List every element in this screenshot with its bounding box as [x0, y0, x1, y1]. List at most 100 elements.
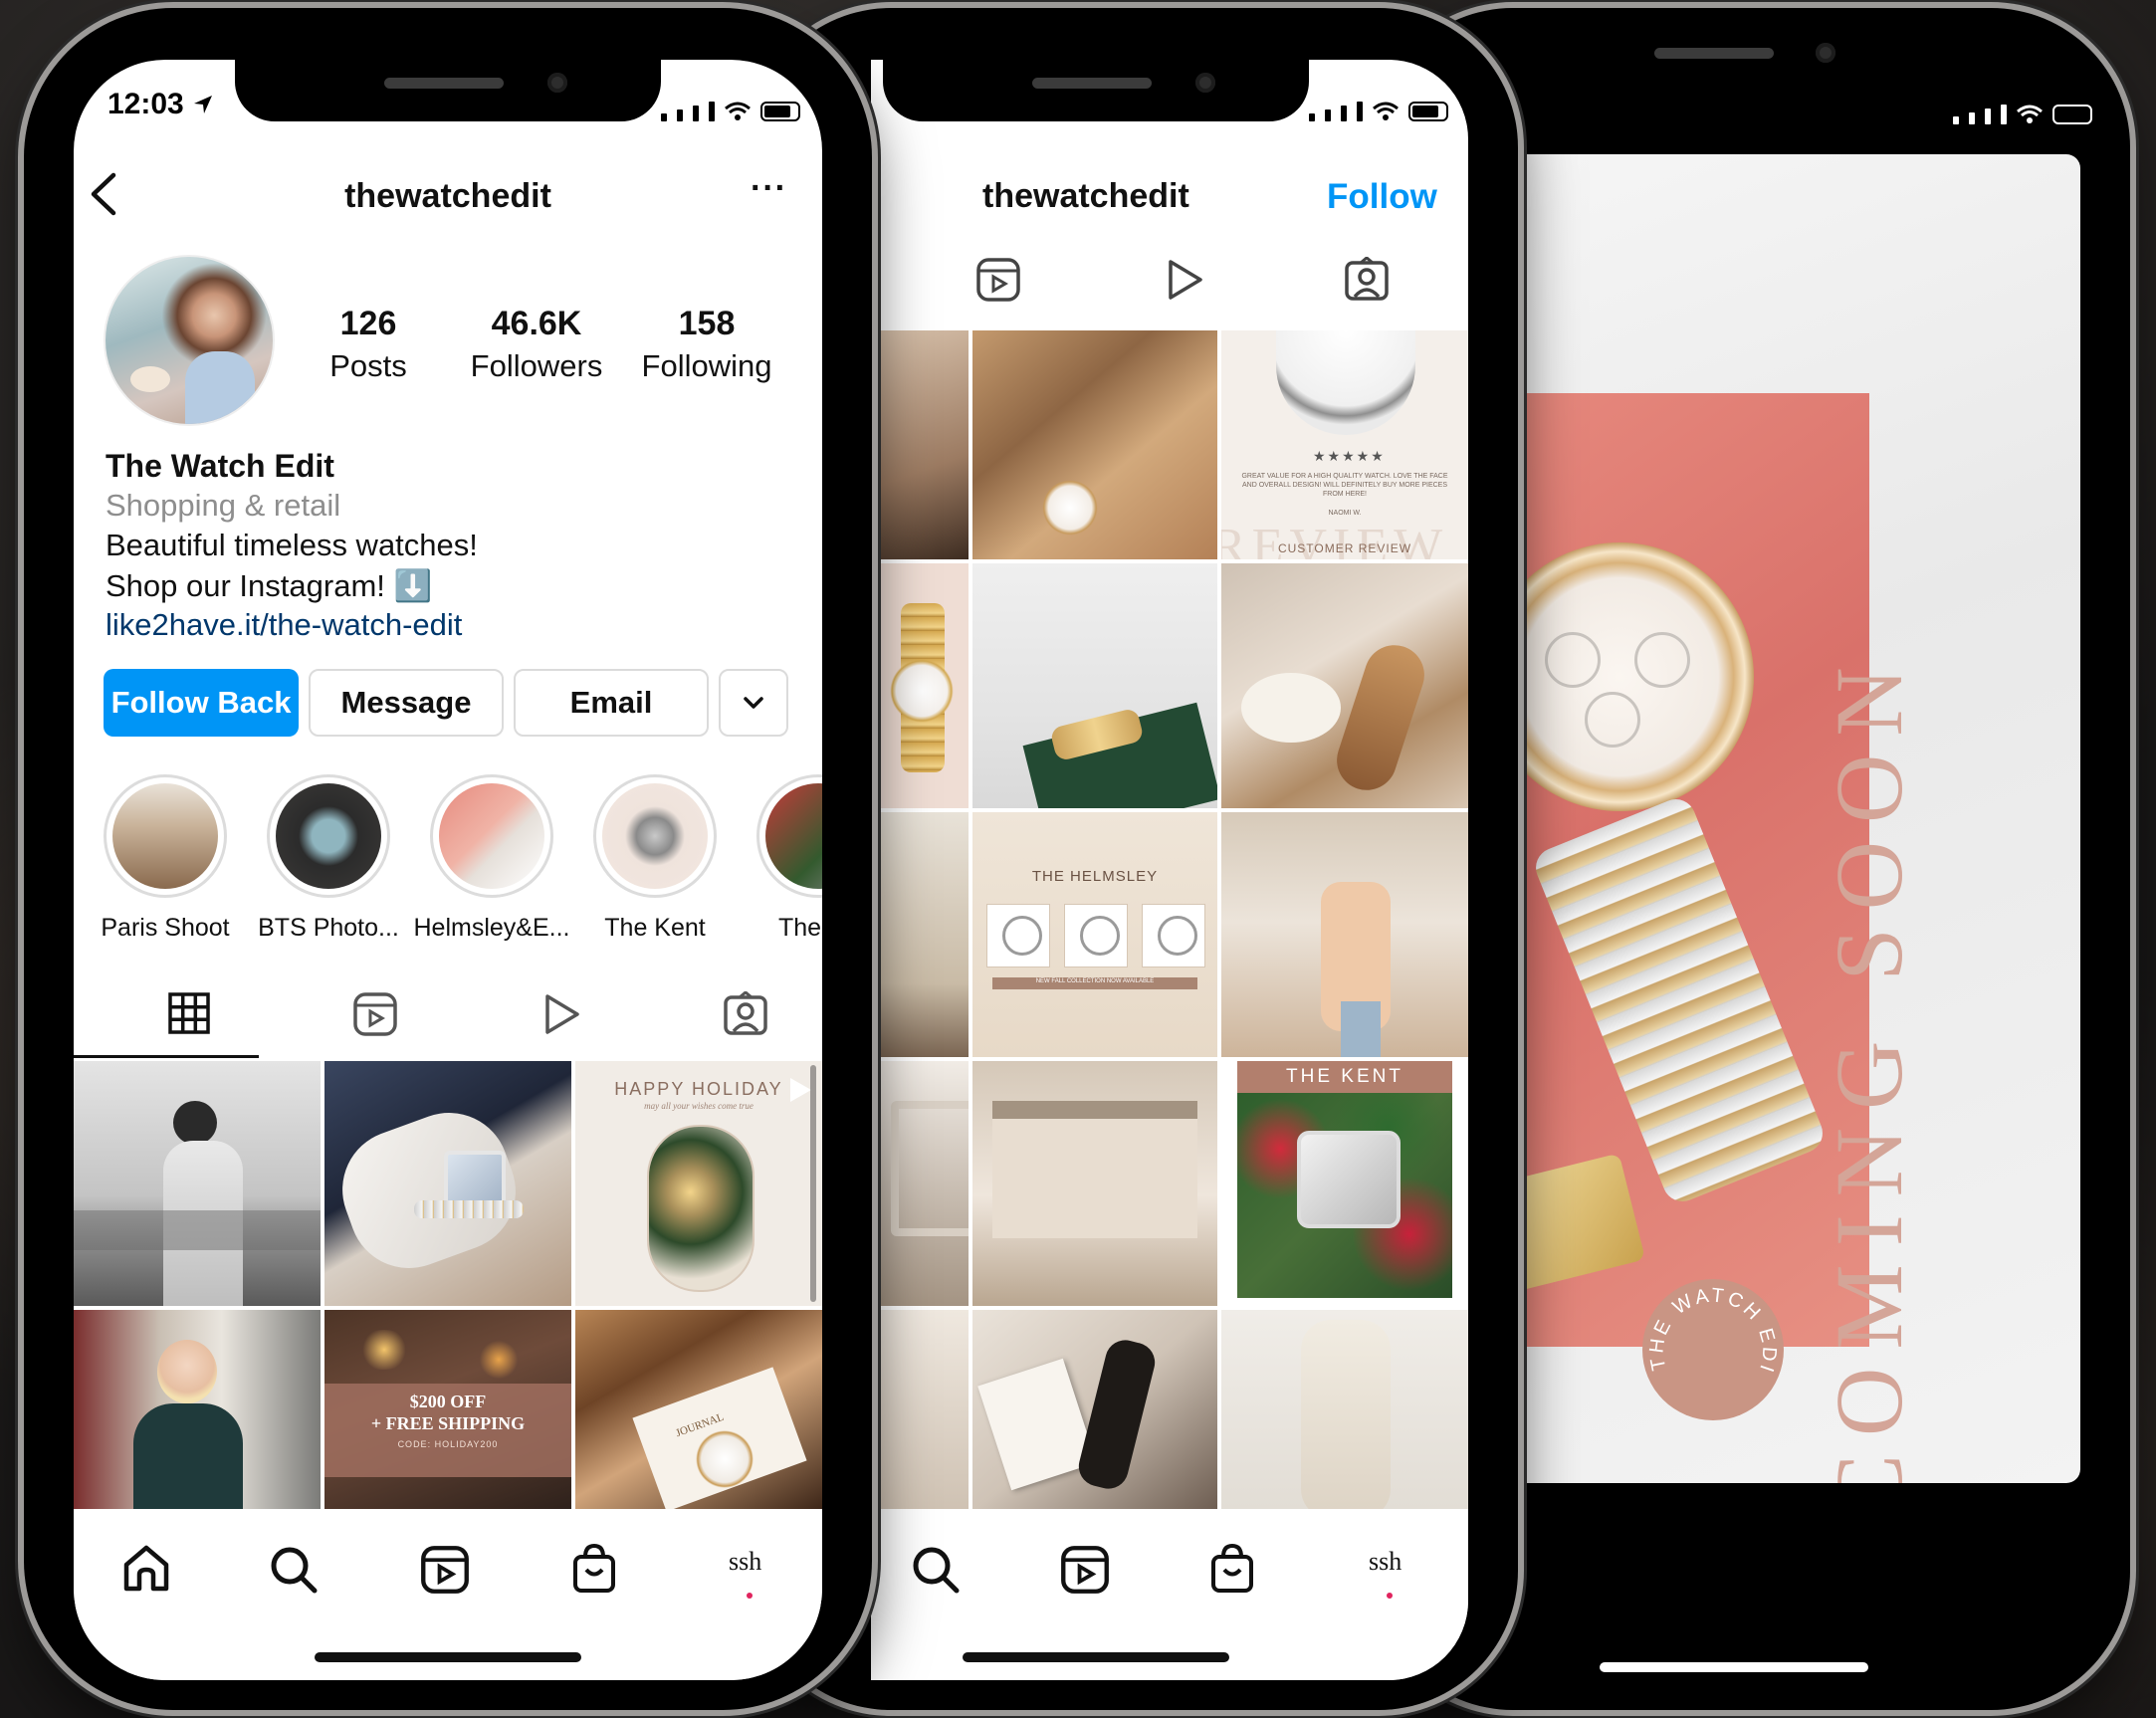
notch [235, 60, 661, 121]
profile-tab-avatar[interactable]: ssh [729, 1547, 761, 1577]
phone-profile: 12:03 thewatchedit ··· 126 Posts 46.6K F… [24, 8, 872, 1710]
kent-title: THE KENT [1286, 1066, 1403, 1087]
home-icon[interactable] [121, 1543, 171, 1593]
grid-post[interactable] [871, 1061, 969, 1306]
active-tab-underline [74, 1055, 259, 1058]
followers-label: Followers [470, 348, 603, 383]
reels-nav-icon[interactable] [420, 1545, 470, 1595]
shop-icon[interactable] [571, 1543, 617, 1595]
reels-tab-icon[interactable] [352, 991, 398, 1037]
grid-post[interactable] [1221, 1310, 1468, 1509]
grid-post[interactable] [74, 1310, 321, 1509]
wifi-icon [2017, 105, 2043, 123]
posts-label: Posts [329, 348, 407, 383]
following-count[interactable]: 158 [627, 305, 786, 343]
wifi-icon [725, 102, 751, 120]
status-icons [661, 102, 800, 121]
promo-code: CODE: HOLIDAY200 [397, 1439, 499, 1449]
highlight-helmsley[interactable] [430, 774, 553, 898]
avatar[interactable] [104, 255, 275, 426]
highlight-the-e[interactable] [756, 774, 822, 898]
holiday-post[interactable]: HAPPY HOLIDAY may all your wishes come t… [575, 1061, 822, 1306]
location-arrow-icon [194, 96, 213, 113]
notch [883, 60, 1309, 121]
search-icon[interactable] [911, 1545, 961, 1595]
wifi-icon [1373, 102, 1399, 120]
bio-line-1: Beautiful timeless watches! [106, 528, 478, 562]
highlight-bts-photo[interactable] [267, 774, 390, 898]
grid-screen: thewatchedit Follow ★★★★★ GREAT VALUE FO… [871, 60, 1468, 1680]
grid-post[interactable] [972, 330, 1217, 559]
status-time: 12:03 [108, 88, 214, 127]
review-label: CUSTOMER REVIEW [1277, 541, 1412, 555]
highlight-label: The E [778, 914, 822, 942]
review-name: NAOMI W. [1328, 510, 1362, 517]
email-button[interactable]: Email [514, 669, 709, 737]
badge-text-ring: THE WATCH EDIT [1642, 1279, 1780, 1378]
posts-count[interactable]: 126 [289, 305, 448, 343]
reels-nav-icon[interactable] [1060, 1545, 1110, 1595]
profile-tab-avatar[interactable]: ssh [1369, 1547, 1401, 1577]
grid-tab-icon[interactable] [167, 991, 211, 1035]
tagged-tab-icon[interactable] [1344, 257, 1390, 303]
more-options-icon[interactable]: ··· [751, 169, 787, 208]
bio-link[interactable]: like2have.it/the-watch-edit [106, 607, 462, 643]
grid-post[interactable] [972, 563, 1217, 808]
more-actions-button[interactable] [719, 669, 788, 737]
message-button[interactable]: Message [309, 669, 504, 737]
highlight-label: BTS Photo... [258, 914, 399, 942]
notch [1555, 30, 1913, 92]
status-icons [1953, 105, 2092, 124]
video-tab-icon[interactable] [538, 991, 583, 1037]
highlight-paris-shoot[interactable] [104, 774, 227, 898]
badge-text: THE WATCH EDIT [1642, 1279, 1777, 1378]
grid-post[interactable] [1221, 563, 1468, 808]
reels-tab-icon[interactable] [975, 257, 1021, 303]
display-name: The Watch Edit [106, 448, 334, 484]
highlight-the-kent[interactable] [593, 774, 717, 898]
home-indicator[interactable] [963, 1652, 1229, 1662]
tagged-tab-icon[interactable] [723, 991, 768, 1037]
grid-post[interactable] [871, 1310, 969, 1509]
highlight-label: Helmsley&E... [413, 914, 570, 942]
category: Shopping & retail [106, 488, 341, 523]
review-post[interactable]: ★★★★★ GREAT VALUE FOR A HIGH QUALITY WAT… [1221, 330, 1468, 559]
home-indicator[interactable] [1600, 1662, 1868, 1672]
helmsley-title: THE HELMSLEY [1031, 868, 1159, 885]
svg-text:THE WATCH EDIT: THE WATCH EDIT [1642, 1279, 1780, 1378]
promo-line-2: + FREE SHIPPING [370, 1413, 526, 1433]
notification-dot [747, 1593, 753, 1599]
follow-button[interactable]: Follow [1327, 177, 1437, 217]
profile-username: thewatchedit [982, 177, 1189, 215]
kent-post[interactable]: THE KENT [1221, 1061, 1468, 1306]
profile-username: thewatchedit [344, 177, 551, 215]
followers-count[interactable]: 46.6K [452, 305, 621, 343]
grid-post[interactable] [324, 1061, 571, 1306]
profile-screen: 12:03 thewatchedit ··· 126 Posts 46.6K F… [74, 60, 822, 1680]
home-indicator[interactable] [315, 1652, 581, 1662]
bio-line-2: Shop our Instagram! ⬇️ [106, 568, 433, 603]
grid-post[interactable] [972, 1310, 1217, 1509]
grid-post[interactable] [871, 563, 969, 808]
coming-soon-text: COMING SOON [1816, 649, 1922, 1483]
grid-post[interactable]: JOURNAL [575, 1310, 822, 1509]
status-icons [1309, 102, 1448, 121]
shop-icon[interactable] [1209, 1543, 1255, 1595]
search-icon[interactable] [269, 1545, 319, 1595]
video-tab-icon[interactable] [1161, 257, 1206, 303]
highlight-label: The Kent [604, 914, 706, 942]
coming-soon-badge: THE WATCH EDIT [1642, 1279, 1784, 1420]
promo-post[interactable]: $200 OFF + FREE SHIPPING CODE: HOLIDAY20… [324, 1310, 571, 1509]
review-caption: GREAT VALUE FOR A HIGH QUALITY WATCH. LO… [1241, 473, 1448, 498]
grid-post[interactable] [871, 330, 969, 559]
grid-post[interactable] [972, 1061, 1217, 1306]
highlight-label: Paris Shoot [101, 914, 230, 942]
grid-post[interactable] [871, 812, 969, 1057]
grid-post[interactable] [1221, 812, 1468, 1057]
grid-post[interactable] [74, 1061, 321, 1306]
notification-dot [1387, 1593, 1393, 1599]
chevron-down-icon [744, 697, 763, 709]
promo-line-1: $200 OFF [409, 1392, 487, 1411]
helmsley-post[interactable]: THE HELMSLEY NEW FALL COLLECTION NOW AVA… [972, 812, 1217, 1057]
follow-back-button[interactable]: Follow Back [104, 669, 299, 737]
